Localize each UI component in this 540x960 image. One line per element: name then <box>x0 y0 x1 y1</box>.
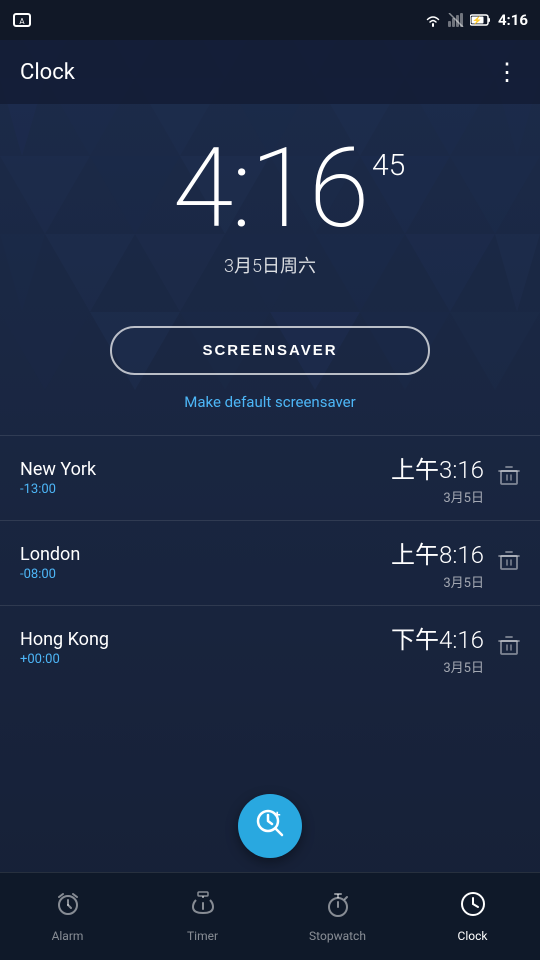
status-left: A <box>12 12 32 28</box>
clock-city-info: New York -13:00 <box>20 459 96 497</box>
city-name: New York <box>20 459 96 480</box>
clock-city-info: London -08:00 <box>20 544 80 582</box>
clock-seconds: 45 <box>372 148 405 183</box>
clock-hours-minutes: 4:16 <box>173 124 368 253</box>
add-clock-fab[interactable]: + <box>238 794 302 858</box>
clock-section: 4:16 45 3月5日周六 <box>0 104 540 298</box>
wifi-icon <box>424 13 442 27</box>
clock-city-info: Hong Kong +00:00 <box>20 629 109 667</box>
clock-icon <box>459 890 487 925</box>
nav-timer-label: Timer <box>187 929 218 943</box>
city-time: 上午3:16 <box>391 450 484 485</box>
status-time: 4:16 <box>498 11 528 29</box>
clock-date: 3月5日周六 <box>20 252 520 278</box>
city-name: Hong Kong <box>20 629 109 650</box>
status-bar: A ⚡ 4:16 <box>0 0 540 40</box>
battery-icon: ⚡ <box>470 13 492 27</box>
status-right: ⚡ 4:16 <box>424 11 528 29</box>
clock-time-display: 4:16 45 <box>173 134 368 244</box>
city-time: 下午4:16 <box>391 620 484 655</box>
city-time: 上午8:16 <box>391 535 484 570</box>
svg-text:⚡: ⚡ <box>472 15 482 25</box>
city-offset: +00:00 <box>20 652 109 667</box>
nav-stopwatch[interactable]: Stopwatch <box>270 890 405 943</box>
svg-text:+: + <box>274 808 281 822</box>
timer-icon <box>189 890 217 925</box>
city-offset: -08:00 <box>20 567 80 582</box>
city-offset: -13:00 <box>20 482 96 497</box>
app-title: Clock <box>20 60 75 85</box>
world-clock-item: New York -13:00 上午3:16 3月5日 <box>0 435 540 520</box>
clock-time-info: 下午4:16 3月5日 <box>391 620 520 676</box>
world-clock-item: Hong Kong +00:00 下午4:16 3月5日 <box>0 605 540 690</box>
nav-clock[interactable]: Clock <box>405 890 540 943</box>
nav-stopwatch-label: Stopwatch <box>309 929 366 943</box>
make-default-link[interactable]: Make default screensaver <box>0 393 540 411</box>
city-name: London <box>20 544 80 565</box>
screensaver-button[interactable]: SCREENSAVER <box>110 326 430 375</box>
delete-clock-button[interactable] <box>498 550 520 577</box>
app-header: Clock ⋮ <box>0 40 540 104</box>
app-icon: A <box>12 12 32 28</box>
bottom-nav: Alarm Timer Stopwatch <box>0 872 540 960</box>
city-date: 3月5日 <box>391 487 484 506</box>
add-clock-icon: + <box>254 807 286 846</box>
city-date: 3月5日 <box>391 657 484 676</box>
svg-text:A: A <box>19 17 25 26</box>
nav-alarm[interactable]: Alarm <box>0 890 135 943</box>
delete-clock-button[interactable] <box>498 635 520 662</box>
world-clocks: New York -13:00 上午3:16 3月5日 <box>0 435 540 690</box>
alarm-icon <box>54 890 82 925</box>
nav-timer[interactable]: Timer <box>135 890 270 943</box>
nav-clock-label: Clock <box>458 929 488 943</box>
nav-alarm-label: Alarm <box>52 929 84 943</box>
signal-icon <box>448 13 464 27</box>
city-date: 3月5日 <box>391 572 484 591</box>
world-clock-item: London -08:00 上午8:16 3月5日 <box>0 520 540 605</box>
delete-clock-button[interactable] <box>498 465 520 492</box>
stopwatch-icon <box>324 890 352 925</box>
clock-time-info: 上午8:16 3月5日 <box>391 535 520 591</box>
clock-time-info: 上午3:16 3月5日 <box>391 450 520 506</box>
more-menu-button[interactable]: ⋮ <box>495 58 520 86</box>
